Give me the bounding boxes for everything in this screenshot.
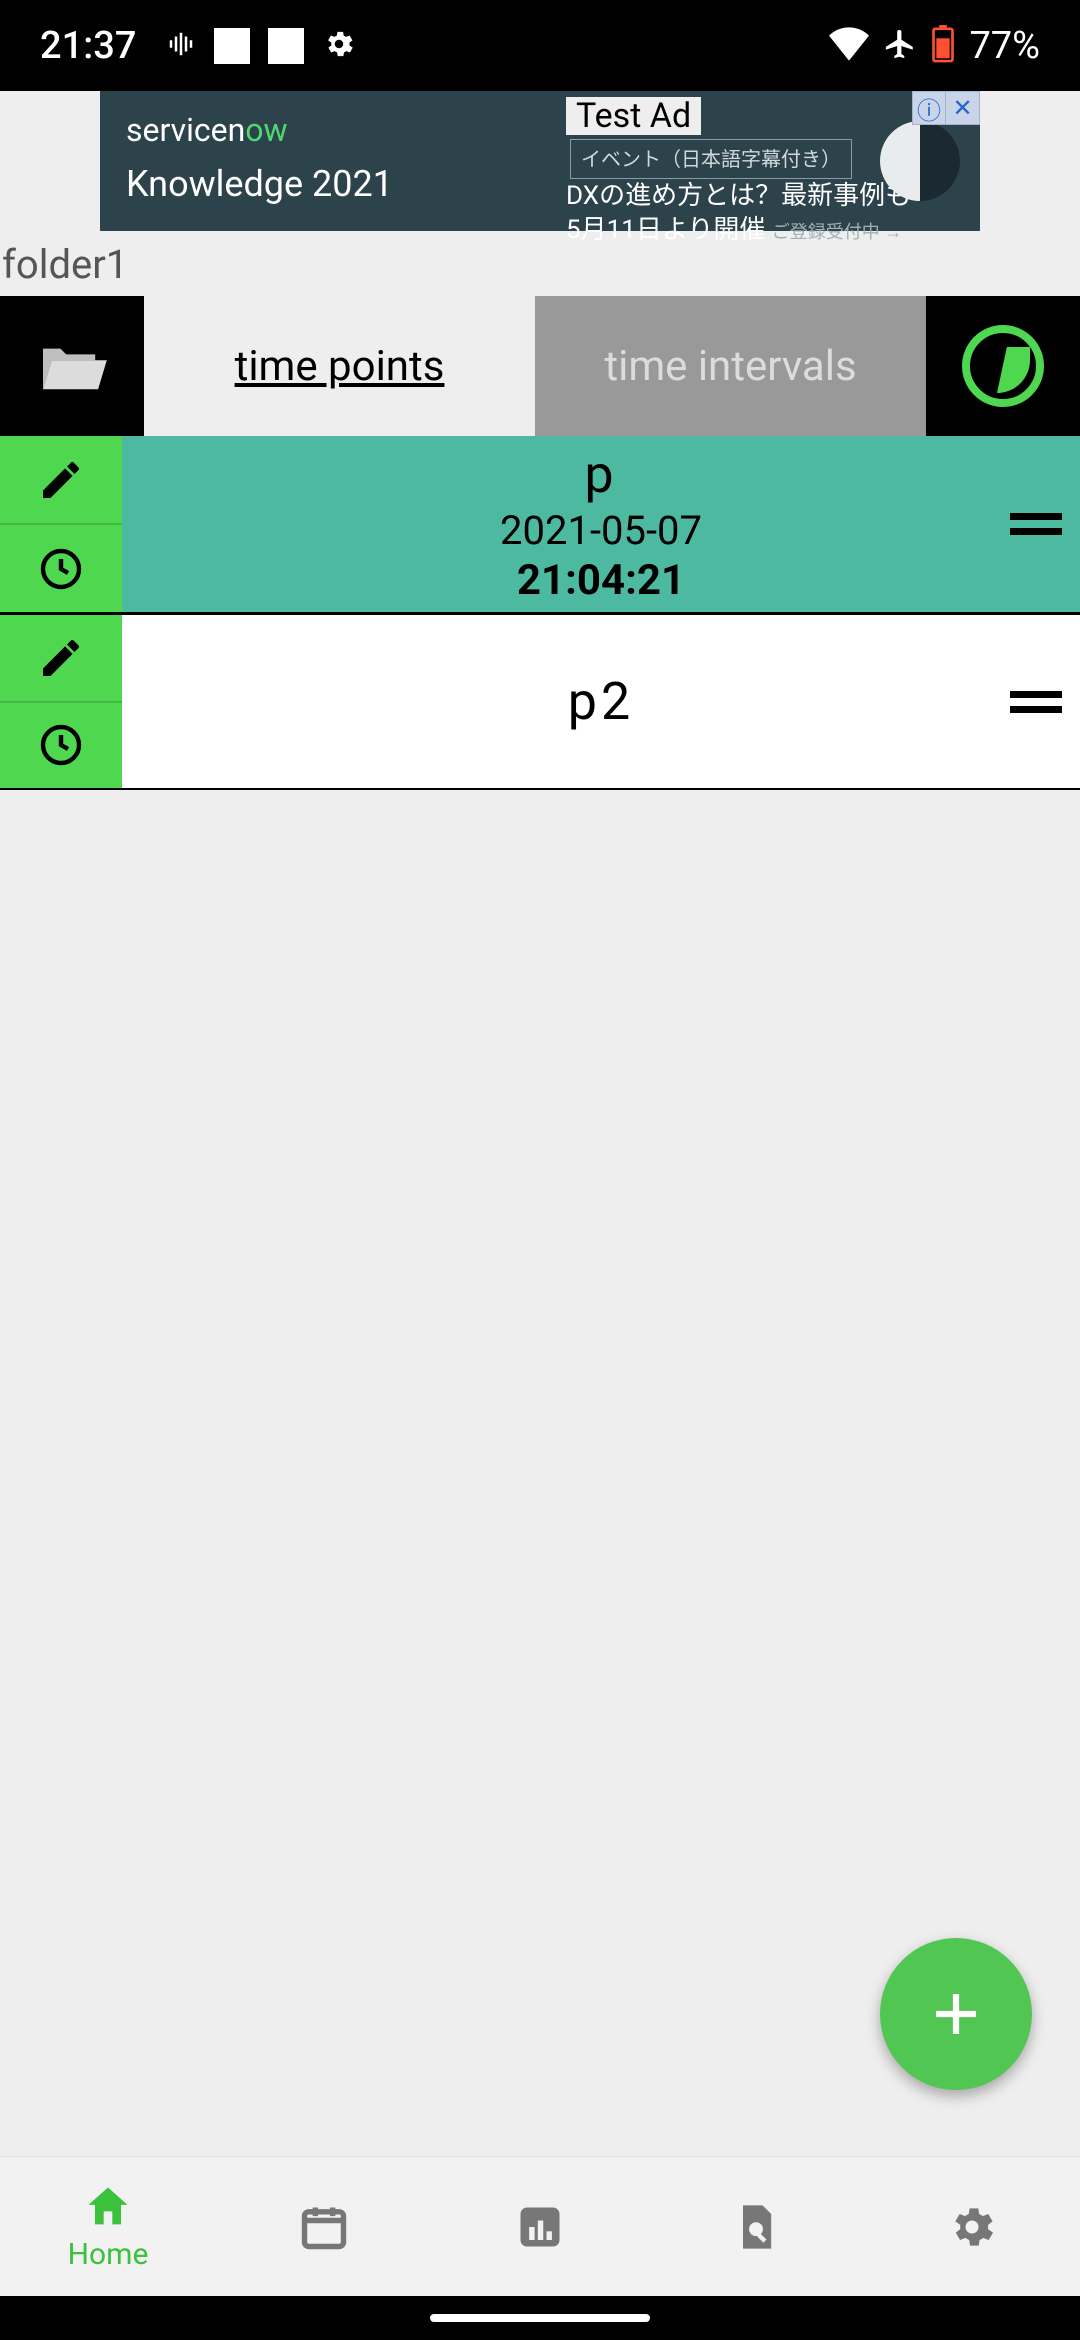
item-side-actions (0, 436, 122, 612)
clock-icon (37, 545, 85, 593)
battery-icon (931, 25, 955, 67)
status-indicator-icon (214, 28, 250, 64)
add-button[interactable] (880, 1938, 1032, 2090)
status-time: 21:37 (40, 24, 136, 68)
clock-button[interactable] (0, 703, 122, 789)
tabs-row: time points time intervals (0, 296, 1080, 436)
gear-icon (322, 27, 356, 65)
voice-icon (166, 29, 196, 63)
item-side-actions (0, 615, 122, 788)
ad-brand: servicenow (126, 111, 540, 149)
edit-button[interactable] (0, 615, 122, 701)
search-page-icon (730, 2201, 782, 2253)
folder-open-icon (36, 337, 108, 395)
pencil-icon (37, 634, 85, 682)
status-bar: 21:37 77% (0, 0, 1080, 91)
list-item[interactable]: p 2021-05-07 21:04:21 (0, 436, 1080, 612)
drag-handle-icon[interactable] (1010, 691, 1062, 713)
calendar-icon (298, 2201, 350, 2253)
item-date: 2021-05-07 (500, 507, 702, 554)
home-icon (82, 2181, 134, 2233)
edit-button[interactable] (0, 436, 122, 523)
plus-icon (926, 1984, 986, 2044)
tab-time-points[interactable]: time points (144, 296, 535, 436)
gear-icon (946, 2201, 998, 2253)
bar-chart-icon (514, 2201, 566, 2253)
item-list: p 2021-05-07 21:04:21 p2 (0, 436, 1080, 790)
ad-banner[interactable]: servicenow Knowledge 2021 Test Adイベント（日本… (100, 91, 980, 231)
nav-label: Home (68, 2237, 149, 2272)
folder-open-button[interactable] (0, 296, 144, 436)
tab-time-intervals[interactable]: time intervals (535, 296, 926, 436)
nav-calendar[interactable] (216, 2157, 432, 2296)
status-indicator-icon (268, 28, 304, 64)
ad-close-icon[interactable]: ✕ (946, 91, 980, 125)
ad-graphic-icon (880, 121, 960, 201)
item-time: 21:04:21 (517, 556, 685, 605)
drag-handle-icon[interactable] (1010, 513, 1062, 535)
list-item[interactable]: p2 (0, 612, 1080, 788)
item-name: p (584, 444, 617, 505)
ad-info-icon[interactable]: ⓘ (912, 91, 946, 125)
system-nav-pill[interactable] (430, 2314, 650, 2322)
timelapse-icon (962, 325, 1044, 407)
nav-stats[interactable] (432, 2157, 648, 2296)
timelapse-button[interactable] (926, 296, 1080, 436)
clock-icon (37, 721, 85, 769)
tab-label: time intervals (604, 342, 856, 391)
clock-button[interactable] (0, 525, 122, 612)
nav-settings[interactable] (864, 2157, 1080, 2296)
tab-label: time points (235, 342, 445, 391)
ad-test-label: Test Ad (566, 97, 701, 135)
ad-headline: Knowledge 2021 (126, 163, 540, 205)
nav-home[interactable]: Home (0, 2157, 216, 2296)
bottom-nav: Home (0, 2156, 1080, 2296)
wifi-icon (829, 27, 869, 65)
battery-percent: 77% (969, 24, 1040, 68)
airplane-icon (883, 27, 917, 65)
system-nav-bar (0, 2296, 1080, 2340)
pencil-icon (37, 456, 85, 504)
folder-label: folder1 (0, 231, 1080, 296)
item-name: p2 (568, 671, 634, 732)
nav-search[interactable] (648, 2157, 864, 2296)
